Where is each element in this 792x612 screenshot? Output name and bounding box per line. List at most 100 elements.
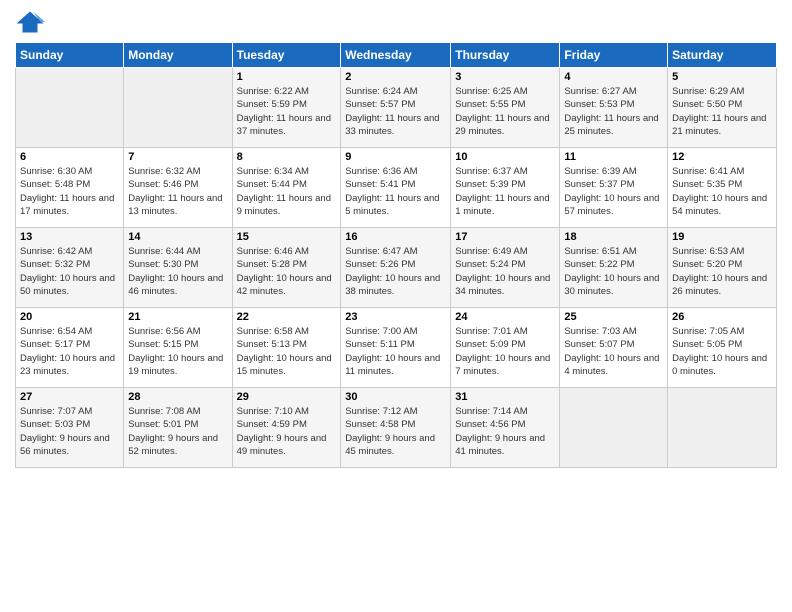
- calendar-cell: 16 Sunrise: 6:47 AM Sunset: 5:26 PM Dayli…: [341, 228, 451, 308]
- header: [15, 10, 777, 34]
- day-number: 30: [345, 391, 446, 403]
- day-info: Sunrise: 6:47 AM Sunset: 5:26 PM Dayligh…: [345, 245, 446, 298]
- day-info: Sunrise: 6:25 AM Sunset: 5:55 PM Dayligh…: [455, 85, 555, 138]
- calendar-cell: 27 Sunrise: 7:07 AM Sunset: 5:03 PM Dayli…: [16, 388, 124, 468]
- day-number: 25: [564, 311, 663, 323]
- calendar-cell: [668, 388, 777, 468]
- day-info: Sunrise: 7:01 AM Sunset: 5:09 PM Dayligh…: [455, 325, 555, 378]
- calendar-cell: 31Sunrise: 7:14 AM Sunset: 4:56 PM Dayli…: [451, 388, 560, 468]
- week-row-3: 13 Sunrise: 6:42 AM Sunset: 5:32 PM Dayli…: [16, 228, 777, 308]
- day-info: Sunrise: 6:22 AM Sunset: 5:59 PM Dayligh…: [237, 85, 337, 138]
- day-info: Sunrise: 7:12 AM Sunset: 4:58 PM Dayligh…: [345, 405, 446, 458]
- day-number: 19: [672, 231, 772, 243]
- day-info: Sunrise: 6:37 AM Sunset: 5:39 PM Dayligh…: [455, 165, 555, 218]
- day-number: 29: [237, 391, 337, 403]
- logo: [15, 10, 49, 34]
- calendar-cell: 10Sunrise: 6:37 AM Sunset: 5:39 PM Dayli…: [451, 148, 560, 228]
- calendar-cell: 26Sunrise: 7:05 AM Sunset: 5:05 PM Dayli…: [668, 308, 777, 388]
- calendar-cell: 11 Sunrise: 6:39 AM Sunset: 5:37 PM Dayli…: [560, 148, 668, 228]
- calendar-cell: 28 Sunrise: 7:08 AM Sunset: 5:01 PM Dayli…: [124, 388, 232, 468]
- day-number: 22: [237, 311, 337, 323]
- calendar-cell: 2 Sunrise: 6:24 AM Sunset: 5:57 PM Daylig…: [341, 68, 451, 148]
- day-number: 21: [128, 311, 227, 323]
- day-info: Sunrise: 6:24 AM Sunset: 5:57 PM Dayligh…: [345, 85, 446, 138]
- day-number: 28: [128, 391, 227, 403]
- day-info: Sunrise: 6:36 AM Sunset: 5:41 PM Dayligh…: [345, 165, 446, 218]
- calendar-cell: [124, 68, 232, 148]
- calendar-cell: 1 Sunrise: 6:22 AM Sunset: 5:59 PM Daylig…: [232, 68, 341, 148]
- day-header-tuesday: Tuesday: [232, 43, 341, 68]
- day-number: 2: [345, 71, 446, 83]
- day-number: 31: [455, 391, 555, 403]
- day-number: 14: [128, 231, 227, 243]
- calendar-cell: 15Sunrise: 6:46 AM Sunset: 5:28 PM Dayli…: [232, 228, 341, 308]
- week-row-4: 20Sunrise: 6:54 AM Sunset: 5:17 PM Dayli…: [16, 308, 777, 388]
- day-info: Sunrise: 6:29 AM Sunset: 5:50 PM Dayligh…: [672, 85, 772, 138]
- calendar-cell: 14 Sunrise: 6:44 AM Sunset: 5:30 PM Dayli…: [124, 228, 232, 308]
- day-info: Sunrise: 6:49 AM Sunset: 5:24 PM Dayligh…: [455, 245, 555, 298]
- calendar-cell: 19 Sunrise: 6:53 AM Sunset: 5:20 PM Dayli…: [668, 228, 777, 308]
- day-info: Sunrise: 6:41 AM Sunset: 5:35 PM Dayligh…: [672, 165, 772, 218]
- day-number: 26: [672, 311, 772, 323]
- calendar-cell: 8Sunrise: 6:34 AM Sunset: 5:44 PM Daylig…: [232, 148, 341, 228]
- day-number: 5: [672, 71, 772, 83]
- day-number: 8: [237, 151, 337, 163]
- day-number: 11: [564, 151, 663, 163]
- day-number: 7: [128, 151, 227, 163]
- day-number: 16: [345, 231, 446, 243]
- day-info: Sunrise: 6:58 AM Sunset: 5:13 PM Dayligh…: [237, 325, 337, 378]
- calendar-cell: 21 Sunrise: 6:56 AM Sunset: 5:15 PM Dayli…: [124, 308, 232, 388]
- day-number: 23: [345, 311, 446, 323]
- calendar-cell: 29Sunrise: 7:10 AM Sunset: 4:59 PM Dayli…: [232, 388, 341, 468]
- day-number: 13: [20, 231, 119, 243]
- calendar-cell: 12 Sunrise: 6:41 AM Sunset: 5:35 PM Dayli…: [668, 148, 777, 228]
- day-header-friday: Friday: [560, 43, 668, 68]
- day-info: Sunrise: 7:03 AM Sunset: 5:07 PM Dayligh…: [564, 325, 663, 378]
- calendar-cell: 20Sunrise: 6:54 AM Sunset: 5:17 PM Dayli…: [16, 308, 124, 388]
- calendar-cell: 4 Sunrise: 6:27 AM Sunset: 5:53 PM Daylig…: [560, 68, 668, 148]
- day-info: Sunrise: 6:51 AM Sunset: 5:22 PM Dayligh…: [564, 245, 663, 298]
- calendar-cell: 18 Sunrise: 6:51 AM Sunset: 5:22 PM Dayli…: [560, 228, 668, 308]
- calendar-cell: 24 Sunrise: 7:01 AM Sunset: 5:09 PM Dayli…: [451, 308, 560, 388]
- day-info: Sunrise: 7:07 AM Sunset: 5:03 PM Dayligh…: [20, 405, 119, 458]
- day-info: Sunrise: 7:00 AM Sunset: 5:11 PM Dayligh…: [345, 325, 446, 378]
- day-info: Sunrise: 6:56 AM Sunset: 5:15 PM Dayligh…: [128, 325, 227, 378]
- day-info: Sunrise: 6:39 AM Sunset: 5:37 PM Dayligh…: [564, 165, 663, 218]
- day-number: 27: [20, 391, 119, 403]
- day-info: Sunrise: 6:44 AM Sunset: 5:30 PM Dayligh…: [128, 245, 227, 298]
- calendar-cell: [560, 388, 668, 468]
- day-info: Sunrise: 7:08 AM Sunset: 5:01 PM Dayligh…: [128, 405, 227, 458]
- calendar-cell: 9 Sunrise: 6:36 AM Sunset: 5:41 PM Daylig…: [341, 148, 451, 228]
- day-number: 12: [672, 151, 772, 163]
- day-info: Sunrise: 6:27 AM Sunset: 5:53 PM Dayligh…: [564, 85, 663, 138]
- header-row: SundayMondayTuesdayWednesdayThursdayFrid…: [16, 43, 777, 68]
- calendar-cell: 22 Sunrise: 6:58 AM Sunset: 5:13 PM Dayli…: [232, 308, 341, 388]
- day-info: Sunrise: 6:46 AM Sunset: 5:28 PM Dayligh…: [237, 245, 337, 298]
- day-number: 6: [20, 151, 119, 163]
- day-header-wednesday: Wednesday: [341, 43, 451, 68]
- week-row-1: 1 Sunrise: 6:22 AM Sunset: 5:59 PM Daylig…: [16, 68, 777, 148]
- main-container: SundayMondayTuesdayWednesdayThursdayFrid…: [0, 0, 792, 478]
- day-number: 4: [564, 71, 663, 83]
- day-number: 1: [237, 71, 337, 83]
- calendar-cell: 6Sunrise: 6:30 AM Sunset: 5:48 PM Daylig…: [16, 148, 124, 228]
- day-number: 9: [345, 151, 446, 163]
- calendar-table: SundayMondayTuesdayWednesdayThursdayFrid…: [15, 42, 777, 468]
- day-info: Sunrise: 6:42 AM Sunset: 5:32 PM Dayligh…: [20, 245, 119, 298]
- day-number: 18: [564, 231, 663, 243]
- calendar-cell: [16, 68, 124, 148]
- day-number: 17: [455, 231, 555, 243]
- calendar-cell: 30 Sunrise: 7:12 AM Sunset: 4:58 PM Dayli…: [341, 388, 451, 468]
- week-row-2: 6Sunrise: 6:30 AM Sunset: 5:48 PM Daylig…: [16, 148, 777, 228]
- day-number: 24: [455, 311, 555, 323]
- calendar-cell: 17 Sunrise: 6:49 AM Sunset: 5:24 PM Dayli…: [451, 228, 560, 308]
- day-info: Sunrise: 6:53 AM Sunset: 5:20 PM Dayligh…: [672, 245, 772, 298]
- day-header-monday: Monday: [124, 43, 232, 68]
- logo-icon: [15, 10, 45, 34]
- calendar-cell: 23 Sunrise: 7:00 AM Sunset: 5:11 PM Dayli…: [341, 308, 451, 388]
- calendar-cell: 25 Sunrise: 7:03 AM Sunset: 5:07 PM Dayli…: [560, 308, 668, 388]
- week-row-5: 27 Sunrise: 7:07 AM Sunset: 5:03 PM Dayli…: [16, 388, 777, 468]
- day-header-thursday: Thursday: [451, 43, 560, 68]
- day-info: Sunrise: 6:32 AM Sunset: 5:46 PM Dayligh…: [128, 165, 227, 218]
- day-header-saturday: Saturday: [668, 43, 777, 68]
